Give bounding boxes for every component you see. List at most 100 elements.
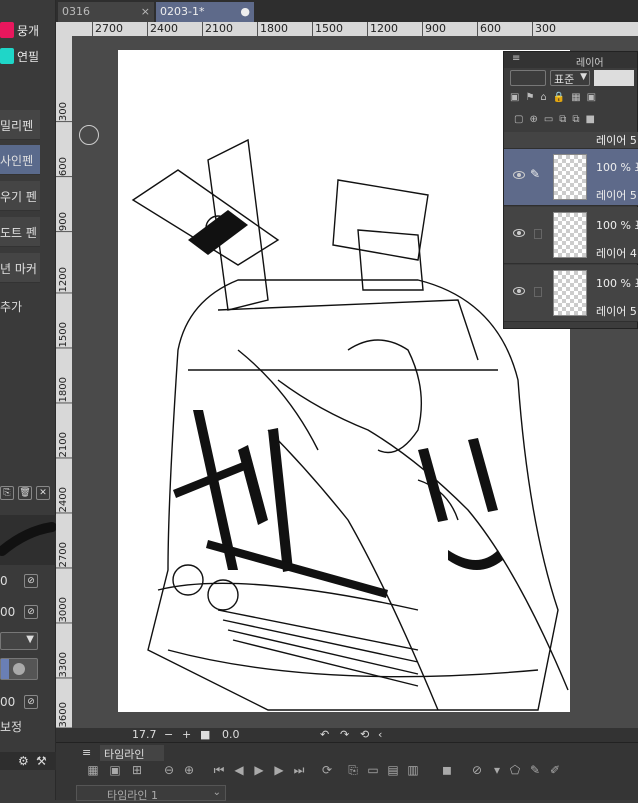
keyframe-icon[interactable]: ⬠ xyxy=(508,763,522,777)
tool-item-4[interactable]: 년 마커 xyxy=(0,253,40,283)
chevron-down-icon: ▼ xyxy=(26,634,34,645)
tool-item-0[interactable]: 밀리펜 xyxy=(0,110,40,140)
eye-icon[interactable] xyxy=(513,229,525,237)
stop-icon[interactable]: ◼ xyxy=(440,763,454,777)
layer-toolbar-2[interactable]: ▢⊕▭⧉⧉■ xyxy=(514,114,638,128)
zoom-value[interactable]: 17.7 xyxy=(132,728,157,741)
rotation-value[interactable]: 0.0 xyxy=(222,728,240,741)
trash-icon[interactable]: ✕ xyxy=(36,486,50,500)
frame-icon[interactable]: ▣ xyxy=(108,763,122,777)
menu-icon[interactable]: ≡ xyxy=(512,53,520,64)
menu-icon[interactable]: ≡ xyxy=(82,746,91,759)
opacity-slider[interactable] xyxy=(594,70,634,86)
layer-row-selected[interactable]: ✎ 100 % 표 레이어 5 xyxy=(504,149,638,206)
zoom-out-icon[interactable]: − xyxy=(164,728,173,741)
ruler-tick: 900 xyxy=(422,22,446,36)
color-indicator xyxy=(1,659,9,679)
tool-label: 밀리펜 xyxy=(0,119,34,133)
disable-icon[interactable]: ⊘ xyxy=(470,763,484,777)
rotate-left-icon[interactable]: ↶ xyxy=(320,728,329,741)
add-frame-icon[interactable]: ⊞ xyxy=(130,763,144,777)
next-frame-icon[interactable]: ▶ xyxy=(272,763,286,777)
layer-row[interactable]: 100 % 표 레이어 5 xyxy=(504,265,638,322)
stabilizer-lock-icon[interactable]: ⊘ xyxy=(24,695,38,709)
timeline-select-value: 타임라인 1 xyxy=(107,789,158,802)
prev-frame-icon[interactable]: ◀ xyxy=(232,763,246,777)
ruler-tick: 1500 xyxy=(312,22,343,36)
brush-opacity-value[interactable]: 00 xyxy=(0,605,15,619)
correction-label: 보정 xyxy=(0,720,23,734)
tab-0316[interactable]: 0316 × xyxy=(58,2,154,22)
chevron-down-icon[interactable]: ▾ xyxy=(490,763,504,777)
timeline-tab-label: 타임라인 xyxy=(104,748,145,761)
zoom-out-icon[interactable]: ⊖ xyxy=(162,763,176,777)
reset-rotation-icon[interactable]: ⟲ xyxy=(360,728,369,741)
tool-item-3[interactable]: 도트 펜 xyxy=(0,217,40,247)
first-frame-icon[interactable]: ⏮ xyxy=(212,763,226,777)
new-timeline-icon[interactable]: ▦ xyxy=(86,763,100,777)
tool-item-2[interactable]: 우기 펜 xyxy=(0,181,40,211)
brush-tip-icon xyxy=(13,663,25,675)
cel-icon[interactable]: ▭ xyxy=(366,763,380,777)
new-cel-icon[interactable]: ⎘ xyxy=(346,763,360,777)
layer-name: 레이어 5 xyxy=(596,134,637,147)
layer-row[interactable]: 레이어 5 xyxy=(504,132,638,149)
tool-label: 년 마커 xyxy=(0,262,37,276)
eye-icon[interactable] xyxy=(513,287,525,295)
close-icon[interactable]: × xyxy=(141,5,150,18)
scroll-left-icon[interactable]: ‹ xyxy=(378,728,382,741)
ruler-tick: 2400 xyxy=(147,22,178,36)
light-table-icon[interactable]: ▥ xyxy=(406,763,420,777)
lock-checkbox[interactable] xyxy=(534,229,542,239)
stabilizer-value[interactable]: 00 xyxy=(0,695,15,709)
ruler-tick: 1800 xyxy=(257,22,288,36)
layer-opacity: 100 % 표 xyxy=(596,161,638,174)
tab-timeline[interactable]: 타임라인 xyxy=(100,745,164,761)
blend-mode-value: 표준 xyxy=(554,73,575,86)
tool-panel-footer: ⚙ ⚒ xyxy=(0,752,56,770)
lock-checkbox[interactable] xyxy=(534,287,542,297)
layer-name: 레이어 4 xyxy=(596,247,637,260)
size-lock-icon[interactable]: ⊘ xyxy=(24,574,38,588)
pen-icon[interactable]: ✎ xyxy=(528,763,542,777)
last-frame-icon[interactable]: ⏭ xyxy=(292,763,306,777)
copy-icon[interactable]: ⎘ xyxy=(0,486,14,500)
layer-row[interactable]: 100 % 표 레이어 4 xyxy=(504,207,638,264)
layer-color-select[interactable] xyxy=(510,70,546,86)
swatch-item-1[interactable]: 연필 xyxy=(0,46,52,66)
blend-select[interactable]: ▼ xyxy=(0,632,38,650)
blend-mode-select[interactable]: 표준 ▼ xyxy=(550,70,590,86)
timeline-panel: ≡ 타임라인 ▦ ▣ ⊞ ⊖ ⊕ ⏮ ◀ ▶ ▶ ⏭ ⟳ ⎘ ▭ ▤ ▥ ◼ ⊘… xyxy=(56,742,638,802)
brush-shape-select[interactable] xyxy=(0,658,38,680)
swatch-label: 연필 xyxy=(17,50,40,64)
fit-icon[interactable]: ■ xyxy=(200,728,210,741)
delete-icon[interactable]: 🗑 xyxy=(18,486,32,500)
zoom-in-icon[interactable]: + xyxy=(182,728,191,741)
settings-icon[interactable]: ⚙ xyxy=(18,754,29,768)
zoom-in-icon[interactable]: ⊕ xyxy=(182,763,196,777)
ruler-tick: 2400 xyxy=(56,487,72,514)
ruler-tick: 1800 xyxy=(56,377,72,404)
tool-item-1[interactable]: 사인펜 xyxy=(0,145,40,175)
tab-0203-1[interactable]: 0203-1* ● xyxy=(156,2,254,22)
wrench-icon[interactable]: ⚒ xyxy=(36,754,47,768)
swatch-label: 뭉개 xyxy=(17,24,40,38)
add-tool-label[interactable]: 추가 xyxy=(0,298,22,315)
timeline-select[interactable]: 타임라인 1 ⌄ xyxy=(76,785,226,802)
loop-icon[interactable]: ⟳ xyxy=(320,763,334,777)
layer-name: 레이어 5 xyxy=(596,305,637,318)
swatch-item-0[interactable]: 뭉개 xyxy=(0,20,52,40)
rotate-right-icon[interactable]: ↷ xyxy=(340,728,349,741)
modified-dot-icon[interactable]: ● xyxy=(240,5,250,18)
eye-icon[interactable] xyxy=(513,171,525,179)
brush-size-value[interactable]: 0 xyxy=(0,574,8,588)
ruler-tick: 1200 xyxy=(367,22,398,36)
opacity-lock-icon[interactable]: ⊘ xyxy=(24,605,38,619)
ruler-tick: 300 xyxy=(56,102,72,123)
ruler-tick: 1200 xyxy=(56,267,72,294)
brush-icon[interactable]: ✐ xyxy=(548,763,562,777)
tool-label: 사인펜 xyxy=(0,154,34,168)
layer-toolbar-1[interactable]: ▣⚑⌂🔒▦▣ xyxy=(510,92,634,106)
play-icon[interactable]: ▶ xyxy=(252,763,266,777)
onion-skin-icon[interactable]: ▤ xyxy=(386,763,400,777)
